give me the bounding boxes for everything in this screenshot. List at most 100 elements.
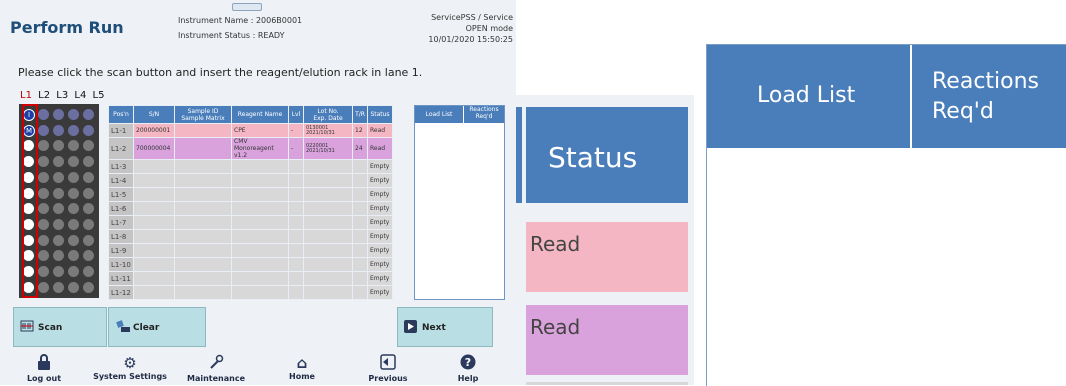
cell-tr [352,257,368,272]
cell-reagent [231,229,289,244]
lane-labels: L1 L2 L3 L4 L5 [20,90,107,101]
logout-button[interactable]: Log out [4,354,84,383]
rack-slot [83,187,94,199]
cell-reagent [231,187,289,202]
next-icon [404,320,417,336]
system-settings-label: System Settings [93,372,167,381]
zoom-status-header: Status [526,107,688,203]
cell-pos: L1-12 [108,285,134,300]
rack-slot [53,281,64,293]
table-row[interactable]: L1-8 Empty [108,229,393,244]
previous-button[interactable]: Previous [348,354,428,383]
wrench-icon [176,354,256,374]
rack-slot [38,140,49,152]
scan-button[interactable]: Scan [13,307,107,347]
next-label: Next [422,323,446,333]
cell-sn [133,201,175,216]
cell-tr [352,159,368,174]
rack-slot [38,234,49,246]
table-row[interactable]: L1-3 Empty [108,159,393,174]
cell-status: Read [367,137,393,160]
cell-reagent: CPE [231,123,289,138]
home-label: Home [289,372,315,381]
rack-lane[interactable] [52,106,66,296]
column-header: Reagent Name [231,105,289,124]
cell-reagent: CMV Monoreagent v1.2 [231,137,289,160]
lane-label[interactable]: L2 [38,90,50,101]
cell-sn [133,159,175,174]
cell-status: Empty [367,285,393,300]
rack-slot [68,203,79,215]
reactions-header: Reactions Req'd [464,106,504,123]
cell-sample [174,215,232,230]
cell-lot [303,201,353,216]
column-header: Lot No. Exp. Date [303,105,353,124]
page-title: Perform Run [10,18,124,37]
rack-slot [53,250,64,262]
rack-slot [83,124,94,136]
cell-tr [352,173,368,188]
cell-lvl [288,243,304,258]
table-row[interactable]: L1-2 700000004 CMV Monoreagent v1.2-022000… [108,137,393,160]
instrument-status: Instrument Status : READY [178,31,285,40]
lane-label[interactable]: L1 [20,90,32,101]
cell-pos: L1-3 [108,159,134,174]
lane-label[interactable]: L3 [56,90,68,101]
rack-slot [68,156,79,168]
help-button[interactable]: ? Help [428,354,508,383]
table-row[interactable]: L1-9 Empty [108,243,393,258]
table-row[interactable]: L1-12 Empty [108,285,393,300]
lane-label[interactable]: L4 [74,90,86,101]
rack-lane[interactable] [67,106,81,296]
cell-sample [174,187,232,202]
system-settings-button[interactable]: ⚙ System Settings [90,354,170,381]
cell-status: Read [367,123,393,138]
cell-reagent [231,215,289,230]
rack-slot [68,218,79,230]
table-row[interactable]: L1-10 Empty [108,257,393,272]
cell-lot [303,173,353,188]
home-button[interactable]: ⌂ Home [262,354,342,381]
cell-lvl [288,215,304,230]
maintenance-label: Maintenance [186,374,245,383]
cell-lot [303,271,353,286]
table-row[interactable]: L1-4 Empty [108,173,393,188]
cell-lot [303,159,353,174]
clear-button[interactable]: Clear [108,307,206,347]
cell-status: Empty [367,257,393,272]
rack-slot [53,171,64,183]
table-row[interactable]: L1-6 Empty [108,201,393,216]
cell-sample [174,137,232,160]
table-row[interactable]: L1-5 Empty [108,187,393,202]
cell-status: Empty [367,243,393,258]
cell-lvl [288,187,304,202]
cell-pos: L1-7 [108,215,134,230]
cell-pos: L1-6 [108,201,134,216]
cell-sample [174,123,232,138]
window-handle[interactable] [232,3,262,11]
cell-reagent [231,243,289,258]
status-zoom-inset: Status Read Read [516,95,694,385]
svg-text:?: ? [465,356,471,369]
cell-tr [352,243,368,258]
cell-status: Empty [367,187,393,202]
rack-slot [53,234,64,246]
table-row[interactable]: L1-11 Empty [108,271,393,286]
table-row[interactable]: L1-7 Empty [108,215,393,230]
next-button[interactable]: Next [397,307,493,347]
zoom-reactions-header: Reactions Req'd [912,45,1066,148]
lane-label[interactable]: L5 [93,90,105,101]
rack-lane[interactable] [82,106,96,296]
rack-lane[interactable] [37,106,51,296]
table-row[interactable]: L1-1 200000001 CPE -0130001 2021/10/31 12 Rea… [108,123,393,138]
cell-pos: L1-8 [108,229,134,244]
rack-slot [68,187,79,199]
cell-reagent [231,285,289,300]
cell-lot [303,243,353,258]
gear-icon: ⚙ [123,354,137,372]
cell-status: Empty [367,159,393,174]
column-header: T/R [352,105,368,124]
maintenance-button[interactable]: Maintenance [176,354,256,383]
cell-sn [133,173,175,188]
cell-sample [174,271,232,286]
